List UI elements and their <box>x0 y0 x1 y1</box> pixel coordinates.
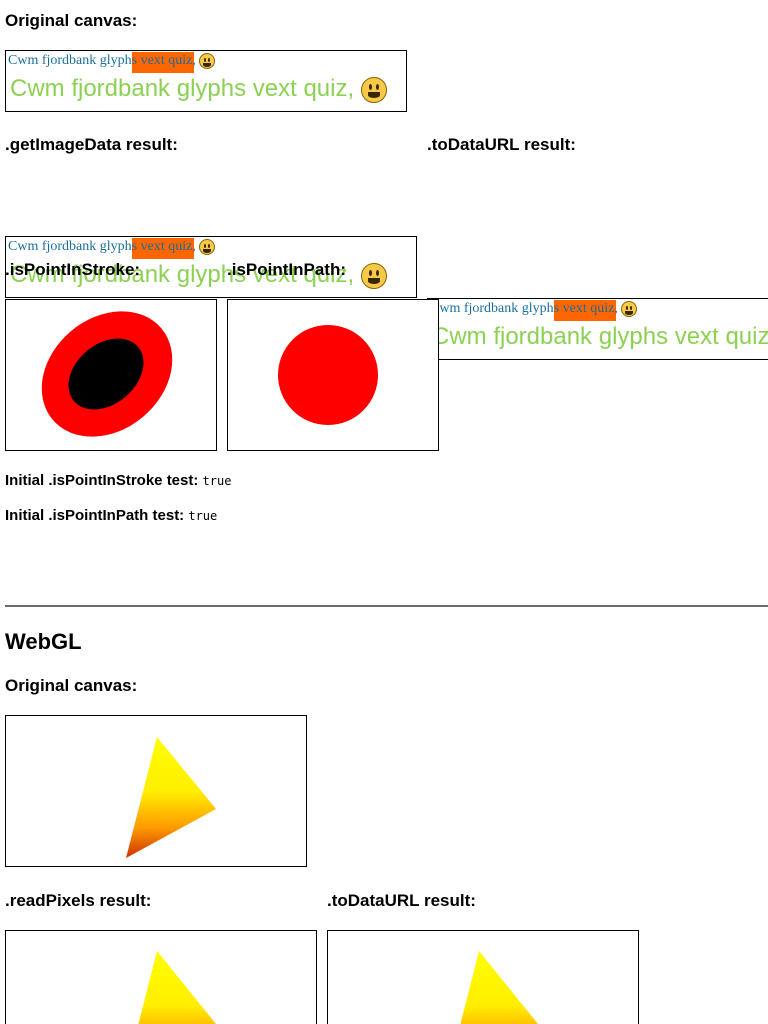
webgl-triangle-drawing <box>126 737 216 858</box>
grinning-face-icon <box>621 301 638 317</box>
section-divider <box>5 605 768 607</box>
is-point-in-stroke-heading: .isPointInStroke: <box>5 260 141 279</box>
sample-text-large: Cwm fjordbank glyphs vext quiz, <box>10 75 355 102</box>
read-pixels-canvas <box>5 930 317 1024</box>
initial-path-test: Initial .isPointInPath test: true <box>5 507 217 525</box>
gradient-triangle <box>126 737 216 858</box>
grinning-face-icon <box>360 76 387 103</box>
original-canvas-heading: Original canvas: <box>5 11 138 30</box>
grinning-face-icon <box>199 53 216 69</box>
red-circle <box>278 325 378 425</box>
webgl-section-title: WebGL <box>5 629 82 654</box>
is-point-in-path-heading: .isPointInPath: <box>227 260 346 279</box>
sample-text-small: Cwm fjordbank glyphs vext quiz, <box>8 239 196 255</box>
initial-stroke-test-value: true <box>202 474 232 488</box>
read-pixels-triangle-drawing <box>138 951 216 1024</box>
gradient-triangle <box>460 951 538 1024</box>
sample-text-small: Cwm fjordbank glyphs vext quiz, <box>8 53 196 69</box>
webgl-original-canvas-heading: Original canvas: <box>5 676 138 695</box>
to-data-url-heading: .toDataURL result: <box>427 135 576 154</box>
webgl-to-data-url-heading: .toDataURL result: <box>327 891 476 910</box>
original-text-canvas: Cwm fjordbank glyphs vext quiz, Cwm fjor… <box>5 50 407 112</box>
webgl-original-canvas <box>5 715 307 867</box>
initial-path-test-value: true <box>188 509 218 523</box>
webgl-to-data-url-triangle-drawing <box>460 951 538 1024</box>
initial-path-test-label: Initial .isPointInPath test: <box>5 507 185 524</box>
is-point-in-stroke-canvas <box>5 299 217 451</box>
stroke-ellipse-drawing <box>41 311 173 437</box>
read-pixels-heading: .readPixels result: <box>5 891 152 910</box>
gradient-triangle <box>138 951 216 1024</box>
grinning-face-icon <box>360 262 387 289</box>
initial-stroke-test: Initial .isPointInStroke test: true <box>5 472 231 490</box>
sample-text-large: Cwm fjordbank glyphs vext quiz, <box>432 323 768 350</box>
path-circle-drawing <box>278 325 378 425</box>
webgl-to-data-url-canvas <box>327 930 639 1024</box>
get-image-data-heading: .getImageData result: <box>5 135 178 154</box>
to-data-url-canvas: Cwm fjordbank glyphs vext quiz, Cwm fjor… <box>427 298 768 360</box>
initial-stroke-test-label: Initial .isPointInStroke test: <box>5 472 199 489</box>
sample-text-small: Cwm fjordbank glyphs vext quiz, <box>430 301 618 317</box>
grinning-face-icon <box>199 239 216 255</box>
is-point-in-path-canvas <box>227 299 439 451</box>
